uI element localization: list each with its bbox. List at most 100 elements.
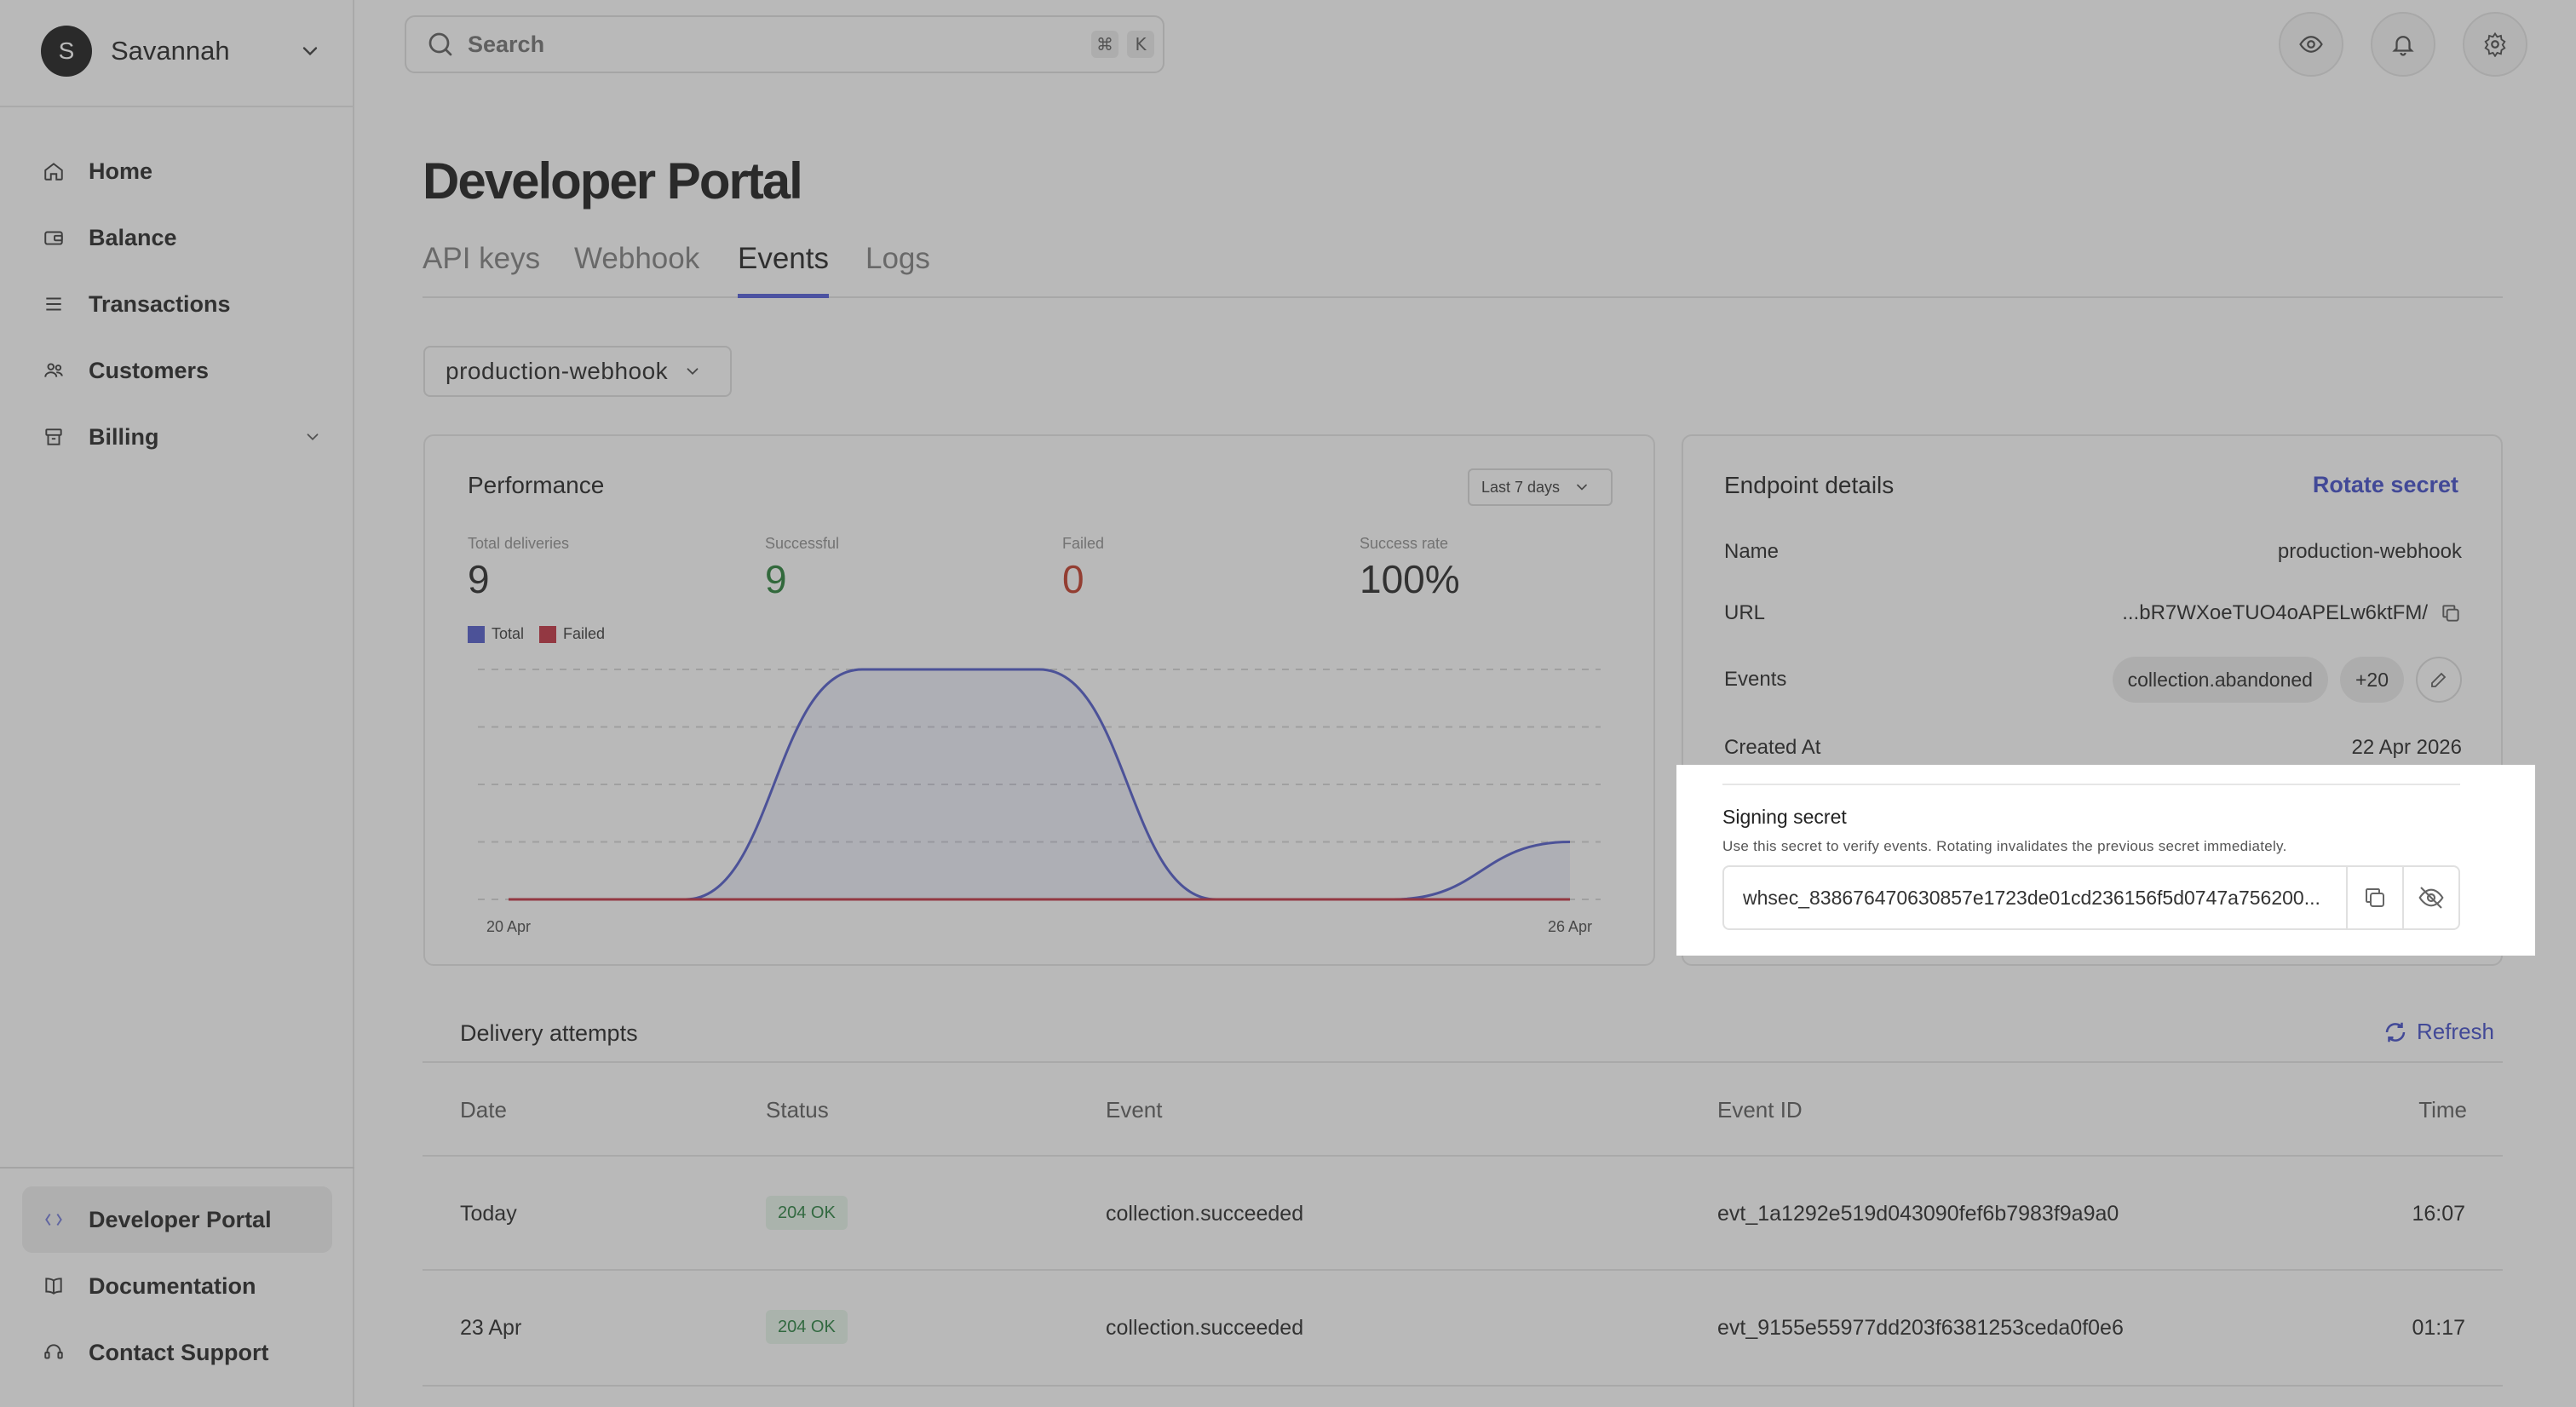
sidebar-nav: Home Balance Transactions Customers Bill… [41,138,322,470]
sidebar-item-label: Developer Portal [89,1206,272,1232]
sidebar-item-label: Contact Support [89,1339,269,1365]
table-divider [423,1061,2503,1063]
table-divider [423,1155,2503,1157]
app-root: S Savannah Home Balance Transactions Cus… [0,0,2576,1407]
account-switcher[interactable]: S Savannah [41,24,322,78]
endpoint-label: Name [1724,540,1780,563]
sidebar-item-documentation[interactable]: Documentation [22,1253,332,1319]
avatar: S [41,26,92,77]
signing-secret-value: whsec_838676470630857e1723de01cd236156f5… [1743,886,2320,909]
pencil-icon [2431,672,2447,687]
table-divider [423,1385,2503,1387]
deliveries-title: Delivery attempts [460,1020,638,1046]
endpoint-label: URL [1724,601,1766,624]
x-tick-label: 20 Apr [486,918,531,935]
endpoint-row-events: Events collection.abandoned +20 [1724,656,2462,704]
refresh-icon [2385,1022,2406,1042]
cell-event: collection.succeeded [1106,1202,1304,1226]
status-badge: 204 OK [766,1196,848,1230]
column-header-time: Time [2418,1097,2467,1123]
refresh-label: Refresh [2416,1019,2494,1044]
search-icon [428,32,452,56]
eye-icon [2299,36,2323,53]
toggle-secret-visibility-button[interactable] [2402,867,2458,928]
endpoint-label: Events [1724,668,1787,691]
cell-date: 23 Apr [460,1316,522,1340]
sidebar-divider [0,106,354,107]
performance-card: Performance Last 7 days Total deliveries… [423,434,1655,966]
endpoint-name-value: production-webhook [2277,540,2462,563]
notifications-button[interactable] [2371,12,2435,77]
signing-secret-help: Use this secret to verify events. Rotati… [1722,838,2287,854]
settings-button[interactable] [2463,12,2527,77]
tab-api-keys[interactable]: API keys [423,242,540,298]
endpoint-url-value: ...bR7WXoeTUO4oAPELw6ktFM/ [2122,601,2428,624]
endpoint-created-value: 22 Apr 2026 [2351,736,2462,759]
performance-chart: 20 Apr 26 Apr [478,668,1601,935]
sidebar-item-label: Home [89,158,153,184]
column-header-status: Status [766,1097,829,1123]
status-badge: 204 OK [766,1310,848,1344]
gear-icon [2484,32,2506,57]
column-header-date: Date [460,1097,507,1123]
signing-secret-section: Signing secret Use this secret to verify… [1676,765,2535,956]
account-name: Savannah [111,36,230,66]
sidebar-item-label: Balance [89,224,177,250]
column-header-event-id: Event ID [1717,1097,1803,1123]
support-icon [41,1340,66,1365]
home-icon [41,158,66,184]
chevron-down-icon [302,47,318,56]
search-input[interactable]: Search ⌘ K [405,15,1164,73]
signing-secret-field[interactable]: whsec_838676470630857e1723de01cd236156f5… [1722,865,2460,930]
list-icon [41,291,66,317]
event-more-chip[interactable]: +20 [2339,657,2404,703]
cell-time: 16:07 [2412,1202,2465,1226]
endpoint-row-created: Created At 22 Apr 2026 [1724,731,2462,765]
sidebar-item-contact-support[interactable]: Contact Support [22,1319,332,1386]
copy-icon [2366,888,2384,907]
sidebar-item-developer-portal[interactable]: Developer Portal [22,1186,332,1253]
table-divider [423,1269,2503,1271]
copy-icon[interactable] [2440,602,2462,624]
sidebar-bottom-nav: Developer Portal Documentation Contact S… [22,1186,332,1386]
webhook-select-value: production-webhook [446,358,669,384]
sidebar-divider [0,1167,354,1169]
book-icon [41,1273,66,1299]
sidebar-item-balance[interactable]: Balance [41,204,322,271]
sidebar-item-label: Billing [89,423,159,450]
search-placeholder: Search [468,31,545,57]
edit-events-button[interactable] [2416,657,2462,703]
preview-button[interactable] [2279,12,2343,77]
sidebar-item-billing[interactable]: Billing [41,404,322,470]
tab-webhook[interactable]: Webhook [574,242,699,298]
cell-event-id: evt_9155e55977dd203f6381253ceda0f0e6 [1717,1316,2124,1340]
wallet-icon [41,225,66,250]
tab-logs[interactable]: Logs [865,242,930,298]
sidebar-item-customers[interactable]: Customers [41,337,322,404]
sidebar: S Savannah Home Balance Transactions Cus… [0,0,354,1407]
rotate-secret-link[interactable]: Rotate secret [2313,472,2458,498]
chevron-down-icon [687,368,699,376]
cell-event: collection.succeeded [1106,1316,1304,1340]
x-tick-label: 26 Apr [1548,918,1592,935]
endpoint-row-url: URL ...bR7WXoeTUO4oAPELw6ktFM/ [1724,596,2462,630]
endpoint-row-name: Name production-webhook [1724,535,2462,569]
bell-icon [2392,36,2414,56]
page-title: Developer Portal [423,152,803,210]
endpoint-title: Endpoint details [1724,472,1895,498]
tab-bar: API keys Webhook Events Logs [423,235,2503,298]
sidebar-item-transactions[interactable]: Transactions [41,271,322,337]
eye-off-icon [2418,887,2444,909]
sidebar-item-home[interactable]: Home [41,138,322,204]
webhook-select[interactable]: production-webhook [423,346,732,397]
shortcut-key: K [1127,31,1154,58]
copy-secret-button[interactable] [2346,867,2402,928]
sidebar-item-label: Documentation [89,1272,256,1299]
cell-time: 01:17 [2412,1316,2465,1340]
section-divider [1722,784,2460,785]
tab-events[interactable]: Events [738,242,829,298]
refresh-button[interactable]: Refresh [2383,1019,2494,1045]
users-icon [41,358,66,383]
cell-date: Today [460,1202,517,1226]
shortcut-key: ⌘ [1091,31,1118,58]
